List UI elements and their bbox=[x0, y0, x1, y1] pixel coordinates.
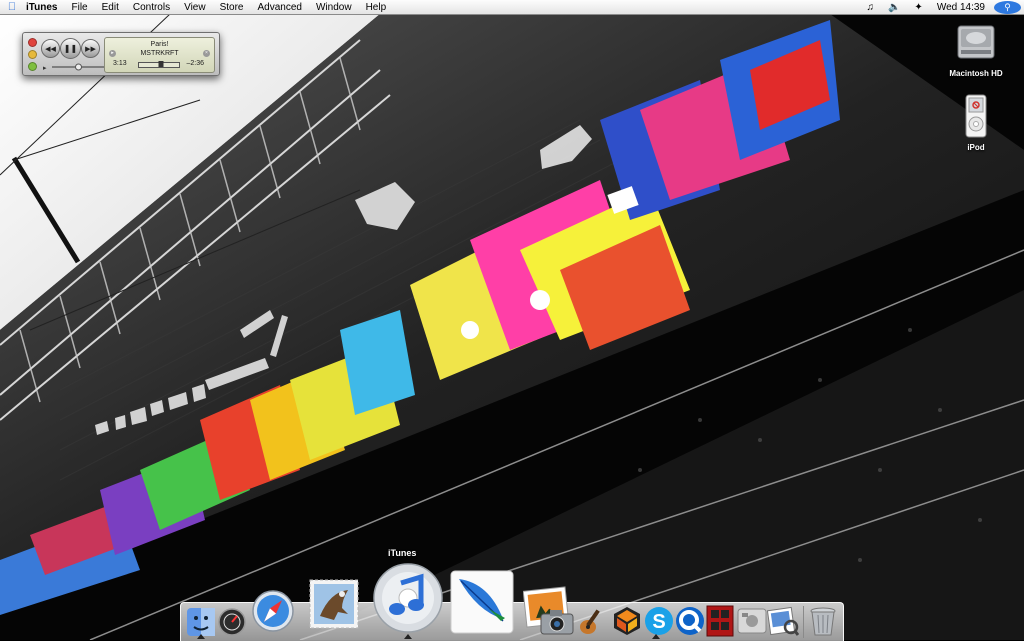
minimize-button[interactable] bbox=[28, 50, 37, 59]
preview-icon bbox=[767, 606, 799, 636]
lcd-display: ▸ Paris! MSTRKRFT 3:13 –2:36 × bbox=[104, 37, 215, 73]
guitar-icon bbox=[580, 609, 600, 634]
dashboard-icon bbox=[218, 608, 246, 636]
dock-item-mail[interactable] bbox=[304, 574, 364, 634]
running-indicator bbox=[652, 634, 660, 639]
menu-app-name[interactable]: iTunes bbox=[24, 2, 64, 13]
menu-store[interactable]: Store bbox=[213, 2, 251, 13]
dock-item-image-capture[interactable] bbox=[539, 606, 575, 638]
desktop-icon-macintosh-hd[interactable]: Macintosh HD bbox=[945, 20, 1007, 78]
lcd-cycle-icon[interactable]: × bbox=[203, 50, 210, 57]
dock-item-quicktime[interactable] bbox=[673, 604, 707, 638]
camera-icon bbox=[540, 610, 574, 635]
reason-icon bbox=[614, 607, 640, 635]
svg-text:S: S bbox=[652, 611, 665, 633]
desktop-icon-ipod[interactable]: iPod bbox=[955, 94, 997, 152]
dock-item-reason[interactable] bbox=[610, 604, 644, 638]
spotlight-icon[interactable]: ⚲ bbox=[994, 0, 1021, 14]
progress-bar[interactable] bbox=[138, 61, 180, 68]
menu-file[interactable]: File bbox=[64, 2, 94, 13]
itunes-icon bbox=[373, 563, 443, 633]
elapsed-time: 3:13 bbox=[113, 60, 127, 67]
close-button[interactable] bbox=[28, 38, 37, 47]
menu-controls[interactable]: Controls bbox=[126, 2, 177, 13]
skype-icon: S bbox=[645, 607, 673, 635]
dock-item-preview[interactable] bbox=[766, 604, 800, 638]
dock-item-dashboard[interactable] bbox=[216, 606, 248, 638]
pause-button[interactable]: ❚❚ bbox=[60, 38, 81, 59]
feather-icon bbox=[450, 570, 514, 634]
desktop-icon-label: Macintosh HD bbox=[949, 69, 1003, 78]
running-indicator bbox=[404, 634, 412, 639]
zoom-button[interactable] bbox=[28, 62, 37, 71]
dock-item-itunes[interactable] bbox=[370, 560, 446, 636]
hard-drive-icon bbox=[957, 25, 995, 59]
previous-track-button[interactable]: ◀◀ bbox=[41, 39, 60, 58]
bluetooth-icon[interactable]: ✦ bbox=[907, 2, 929, 13]
artist-name: MSTRKRFT bbox=[140, 50, 179, 57]
apple-prefs-icon bbox=[737, 608, 767, 634]
dock-item-skype[interactable]: S bbox=[642, 604, 676, 638]
volume-icon[interactable]: 🔈 bbox=[881, 2, 907, 13]
dock-item-trash[interactable] bbox=[806, 604, 840, 638]
song-title: Paris! bbox=[150, 41, 169, 48]
svg-text:▸: ▸ bbox=[43, 64, 47, 72]
progress-knob[interactable] bbox=[158, 61, 164, 67]
menu-edit[interactable]: Edit bbox=[95, 2, 126, 13]
dock-item-garageband[interactable] bbox=[576, 604, 610, 638]
dock-item-system-preferences[interactable] bbox=[735, 604, 769, 638]
desktop-icon-label: iPod bbox=[967, 143, 985, 152]
safari-icon bbox=[252, 590, 294, 632]
remaining-time: –2:36 bbox=[186, 60, 204, 67]
dock-hover-label: iTunes bbox=[388, 548, 417, 558]
dock-item-safari[interactable] bbox=[250, 588, 296, 634]
music-note-icon[interactable]: ♫ bbox=[859, 2, 881, 13]
photo-booth-icon bbox=[706, 605, 734, 637]
menu-bar:  iTunes File Edit Controls View Store A… bbox=[0, 0, 1024, 15]
finder-icon bbox=[187, 608, 215, 636]
window-controls bbox=[28, 38, 37, 74]
next-track-button[interactable]: ▶▶ bbox=[81, 39, 100, 58]
ipod-icon bbox=[965, 94, 987, 138]
quicktime-icon bbox=[676, 607, 704, 635]
dock-item-feather[interactable] bbox=[448, 568, 516, 636]
running-indicator bbox=[197, 634, 205, 639]
mail-icon bbox=[309, 579, 359, 629]
dock-separator bbox=[803, 606, 804, 638]
trash-icon bbox=[810, 607, 836, 636]
itunes-mini-player: ◀◀ ❚❚ ▶▶ ▸ ▸) ▸ Paris! MSTRKRFT 3:13 –2:… bbox=[22, 32, 220, 76]
menu-clock[interactable]: Wed 14:39 bbox=[930, 2, 992, 13]
desktop-wallpaper bbox=[0, 0, 1024, 640]
menu-view[interactable]: View bbox=[177, 2, 213, 13]
menu-help[interactable]: Help bbox=[359, 2, 394, 13]
menu-window[interactable]: Window bbox=[309, 2, 359, 13]
apple-menu-icon[interactable]:  bbox=[0, 1, 24, 13]
menu-advanced[interactable]: Advanced bbox=[251, 2, 309, 13]
dock-item-photo-booth[interactable] bbox=[704, 604, 736, 638]
